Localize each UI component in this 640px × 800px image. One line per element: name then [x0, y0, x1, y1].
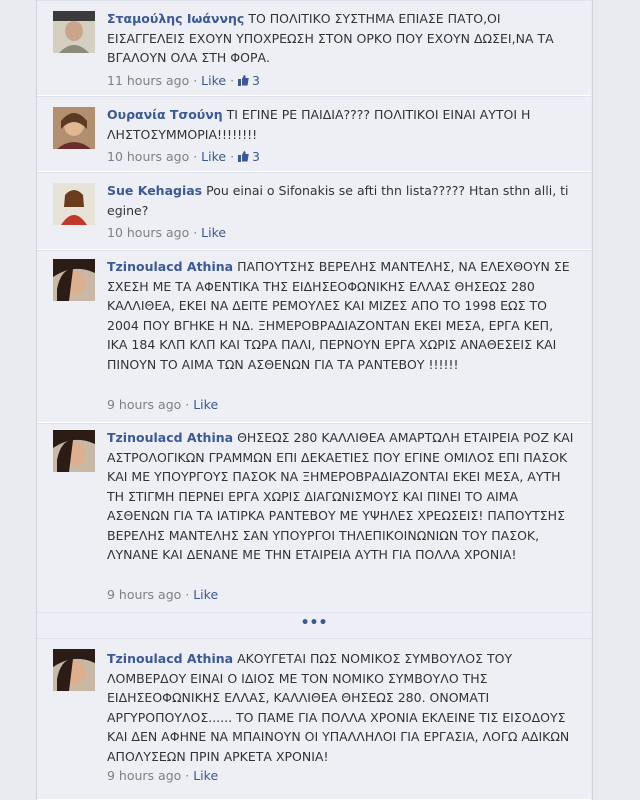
- thumbs-up-icon: [238, 151, 249, 162]
- comment-timestamp[interactable]: 9 hours ago: [107, 587, 181, 602]
- avatar-photo-icon: [53, 259, 95, 301]
- comment-text: ΘΗΣΕΩΣ 280 ΚΑΛΛΙΘΕΑ ΑΜΑΡΤΩΛΗ ΕΤΑΙΡΕΙΑ ΡΟ…: [107, 430, 574, 562]
- meta-separator: ·: [226, 149, 239, 164]
- avatar-photo-icon: [53, 183, 95, 225]
- comment-text: ΠΑΠΟΥΤΣΗΣ ΒΕΡΕΛΗΣ ΜΑΝΤΕΛΗΣ, ΝΑ ΕΛΕΧΘΟΥΝ …: [107, 259, 570, 372]
- comment-author-link[interactable]: Tzinoulacd Athina: [107, 259, 233, 274]
- comment-body: Tzinoulacd Athina ΘΗΣΕΩΣ 280 ΚΑΛΛΙΘΕΑ ΑΜ…: [107, 428, 577, 565]
- avatar[interactable]: [53, 649, 95, 691]
- comment-item: Tzinoulacd Athina ΘΗΣΕΩΣ 280 ΚΑΛΛΙΘΕΑ ΑΜ…: [37, 423, 591, 613]
- right-gutter: [592, 0, 640, 800]
- like-link[interactable]: Like: [201, 149, 226, 164]
- comment-item: Tzinoulacd Athina ΠΑΠΟΥΤΣΗΣ ΒΕΡΕΛΗΣ ΜΑΝΤ…: [37, 250, 591, 423]
- meta-separator: ·: [189, 149, 202, 164]
- avatar-photo-icon: [53, 11, 95, 53]
- comment-item: Sue Kehagias Pou einai o Sifonakis se af…: [37, 172, 591, 250]
- comment-timestamp[interactable]: 9 hours ago: [107, 397, 181, 412]
- like-link[interactable]: Like: [193, 397, 218, 412]
- comment-body: Tzinoulacd Athina ΑΚΟΥΓΕΤΑΙ ΠΩΣ ΝΟΜΙΚΟΣ …: [107, 649, 577, 766]
- comment-timestamp[interactable]: 9 hours ago: [107, 768, 181, 783]
- avatar-photo-icon: [53, 649, 95, 691]
- comment-timestamp[interactable]: 10 hours ago: [107, 225, 189, 240]
- comment-author-link[interactable]: Tzinoulacd Athina: [107, 651, 233, 666]
- comment-meta: 9 hours ago · Like: [107, 397, 218, 412]
- like-link[interactable]: Like: [193, 768, 218, 783]
- avatar[interactable]: [53, 183, 95, 225]
- like-count-value: 3: [252, 149, 260, 164]
- comment-item: Ουρανία Τσούνη ΤΙ ΕΓΙΝΕ ΡΕ ΠΑΙΔΙΑ???? ΠΟ…: [37, 96, 591, 172]
- comment-body: Ουρανία Τσούνη ΤΙ ΕΓΙΝΕ ΡΕ ΠΑΙΔΙΑ???? ΠΟ…: [107, 105, 577, 144]
- avatar-photo-icon: [53, 107, 95, 149]
- comment-author-link[interactable]: Σταμούλης Ιωάννης: [107, 11, 244, 26]
- comment-meta: 11 hours ago · Like · 3: [107, 73, 260, 88]
- comment-meta: 9 hours ago · Like: [107, 587, 218, 602]
- comment-item: Σταμούλης Ιωάννης ΤΟ ΠΟΛΙΤΙΚΟ ΣΥΣΤΗΜΑ ΕΠ…: [37, 0, 591, 96]
- avatar[interactable]: [53, 107, 95, 149]
- comment-text: ΑΚΟΥΓΕΤΑΙ ΠΩΣ ΝΟΜΙΚΟΣ ΣΥΜΒΟΥΛΟΣ ΤΟΥ ΛΟΜΒ…: [107, 651, 570, 764]
- comment-body: Σταμούλης Ιωάννης ΤΟ ΠΟΛΙΤΙΚΟ ΣΥΣΤΗΜΑ ΕΠ…: [107, 9, 577, 68]
- like-link[interactable]: Like: [193, 587, 218, 602]
- meta-separator: ·: [181, 397, 194, 412]
- comment-timestamp[interactable]: 10 hours ago: [107, 149, 189, 164]
- comment-author-link[interactable]: Sue Kehagias: [107, 183, 202, 198]
- avatar-photo-icon: [53, 430, 95, 472]
- left-gutter: [0, 0, 37, 800]
- comment-timestamp[interactable]: 11 hours ago: [107, 73, 189, 88]
- meta-separator: ·: [189, 225, 202, 240]
- meta-separator: ·: [181, 768, 194, 783]
- comment-body: Tzinoulacd Athina ΠΑΠΟΥΤΣΗΣ ΒΕΡΕΛΗΣ ΜΑΝΤ…: [107, 257, 577, 374]
- like-link[interactable]: Like: [201, 225, 226, 240]
- comment-item: Tzinoulacd Athina ΑΚΟΥΓΕΤΑΙ ΠΩΣ ΝΟΜΙΚΟΣ …: [37, 638, 591, 800]
- more-comments-button[interactable]: •••: [37, 612, 591, 640]
- avatar[interactable]: [53, 11, 95, 53]
- comment-list: Σταμούλης Ιωάννης ΤΟ ΠΟΛΙΤΙΚΟ ΣΥΣΤΗΜΑ ΕΠ…: [37, 0, 591, 800]
- like-link[interactable]: Like: [201, 73, 226, 88]
- comment-meta: 10 hours ago · Like: [107, 225, 226, 240]
- like-count-value: 3: [252, 73, 260, 88]
- like-count[interactable]: 3: [238, 149, 260, 164]
- comment-body: Sue Kehagias Pou einai o Sifonakis se af…: [107, 181, 577, 220]
- comment-author-link[interactable]: Ουρανία Τσούνη: [107, 107, 223, 122]
- thumbs-up-icon: [238, 75, 249, 86]
- like-count[interactable]: 3: [238, 73, 260, 88]
- avatar[interactable]: [53, 430, 95, 472]
- meta-separator: ·: [226, 73, 239, 88]
- avatar[interactable]: [53, 259, 95, 301]
- meta-separator: ·: [189, 73, 202, 88]
- comment-author-link[interactable]: Tzinoulacd Athina: [107, 430, 233, 445]
- comment-meta: 9 hours ago · Like: [107, 768, 218, 783]
- meta-separator: ·: [181, 587, 194, 602]
- comment-meta: 10 hours ago · Like · 3: [107, 149, 260, 164]
